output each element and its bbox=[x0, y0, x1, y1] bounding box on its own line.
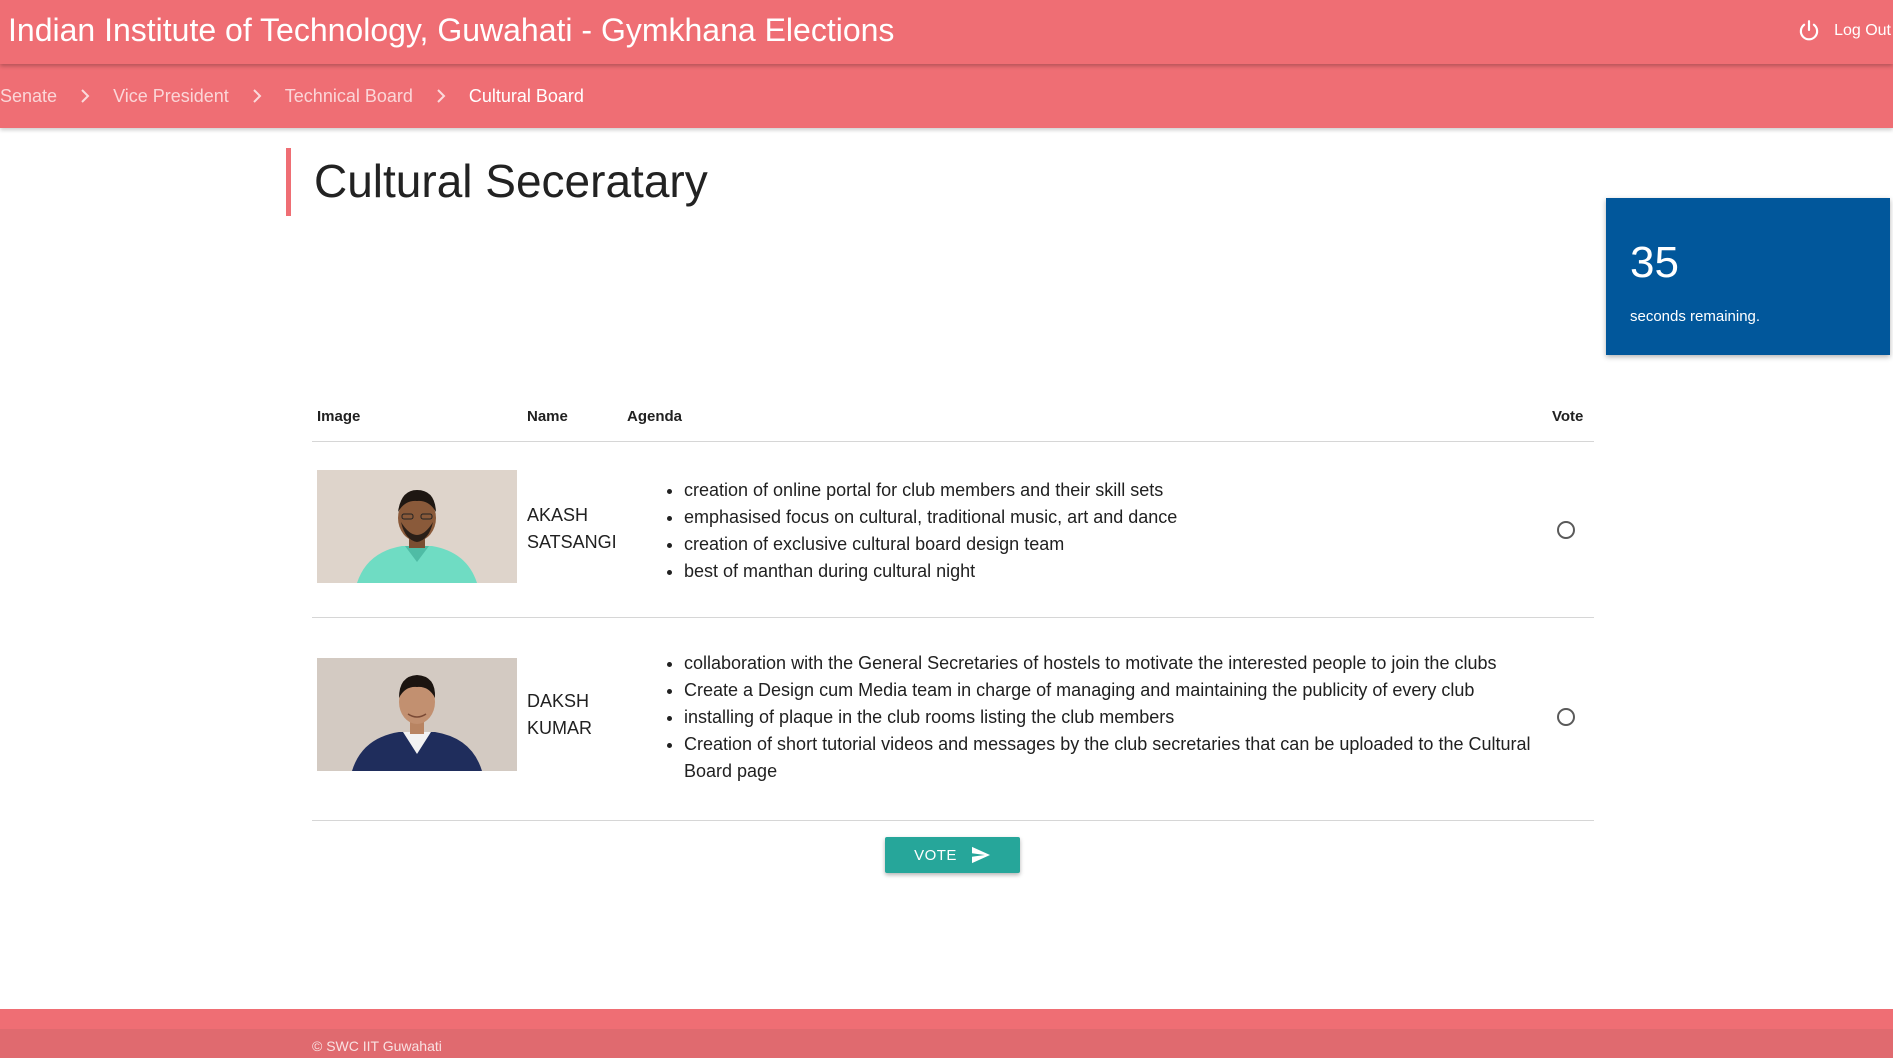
table-row: AKASH SATSANGI creation of online portal… bbox=[312, 442, 1594, 618]
chevron-right-icon bbox=[253, 89, 262, 103]
seconds-remaining-label: seconds remaining. bbox=[1630, 308, 1761, 325]
breadcrumb-technical-board[interactable]: Technical Board bbox=[285, 86, 413, 107]
agenda-item: installing of plaque in the club rooms l… bbox=[684, 704, 1564, 731]
agenda-list: creation of online portal for club membe… bbox=[664, 477, 1564, 585]
table-row: DAKSH KUMAR collaboration with the Gener… bbox=[312, 618, 1594, 821]
brand-title[interactable]: Indian Institute of Technology, Guwahati… bbox=[8, 10, 894, 50]
power-icon bbox=[1799, 20, 1819, 41]
agenda-item: emphasised focus on cultural, traditiona… bbox=[684, 504, 1564, 531]
breadcrumb: Senate Vice President Technical Board Cu… bbox=[0, 64, 584, 128]
agenda-item: Creation of short tutorial videos and me… bbox=[684, 731, 1564, 785]
countdown-timer-card: 35 seconds remaining. bbox=[1606, 198, 1890, 355]
candidate-name: DAKSH KUMAR bbox=[527, 688, 627, 742]
table-header: Image Name Agenda Vote bbox=[312, 392, 1594, 442]
logout-label: Log Out bbox=[1834, 22, 1891, 39]
logout-button[interactable]: Log Out bbox=[1796, 18, 1891, 44]
column-header-name: Name bbox=[527, 408, 568, 425]
page-title-block: Cultural Seceratary bbox=[286, 148, 708, 216]
candidate-photo bbox=[317, 470, 517, 583]
breadcrumb-senate[interactable]: Senate bbox=[0, 86, 57, 107]
footer: © SWC IIT Guwahati bbox=[0, 1009, 1893, 1058]
vote-button[interactable]: VOTE bbox=[885, 837, 1020, 873]
chevron-right-icon bbox=[81, 89, 90, 103]
breadcrumb-bar: Senate Vice President Technical Board Cu… bbox=[0, 64, 1893, 128]
candidate-last-name: SATSANGI bbox=[527, 532, 617, 552]
vote-radio[interactable] bbox=[1557, 708, 1575, 726]
chevron-right-icon bbox=[437, 89, 446, 103]
candidate-first-name: DAKSH bbox=[527, 691, 590, 711]
footer-copyright-bar: © SWC IIT Guwahati bbox=[0, 1029, 1893, 1058]
candidate-photo bbox=[317, 658, 517, 771]
agenda-item: creation of online portal for club membe… bbox=[684, 477, 1564, 504]
top-navbar: Indian Institute of Technology, Guwahati… bbox=[0, 0, 1893, 64]
candidate-name: AKASH SATSANGI bbox=[527, 502, 627, 556]
breadcrumb-vice-president[interactable]: Vice President bbox=[113, 86, 229, 107]
vote-button-label: VOTE bbox=[914, 846, 957, 864]
agenda-item: Create a Design cum Media team in charge… bbox=[684, 677, 1564, 704]
vote-radio[interactable] bbox=[1557, 521, 1575, 539]
footer-copyright: © SWC IIT Guwahati bbox=[312, 1038, 442, 1054]
agenda-item: collaboration with the General Secretari… bbox=[684, 650, 1564, 677]
agenda-item: creation of exclusive cultural board des… bbox=[684, 531, 1564, 558]
breadcrumb-cultural-board[interactable]: Cultural Board bbox=[469, 86, 584, 107]
page-title: Cultural Seceratary bbox=[314, 155, 708, 207]
agenda-item: best of manthan during cultural night bbox=[684, 558, 1564, 585]
column-header-agenda: Agenda bbox=[627, 408, 683, 425]
candidate-last-name: KUMAR bbox=[527, 718, 593, 738]
agenda-list: collaboration with the General Secretari… bbox=[664, 650, 1564, 785]
seconds-remaining-count: 35 bbox=[1630, 238, 1679, 287]
column-header-vote: Vote bbox=[1552, 408, 1584, 425]
column-header-image: Image bbox=[317, 408, 361, 425]
candidates-table: Image Name Agenda Vote AKASH SATSANGI cr… bbox=[312, 392, 1594, 821]
send-icon bbox=[971, 846, 990, 864]
candidate-first-name: AKASH bbox=[527, 505, 589, 525]
